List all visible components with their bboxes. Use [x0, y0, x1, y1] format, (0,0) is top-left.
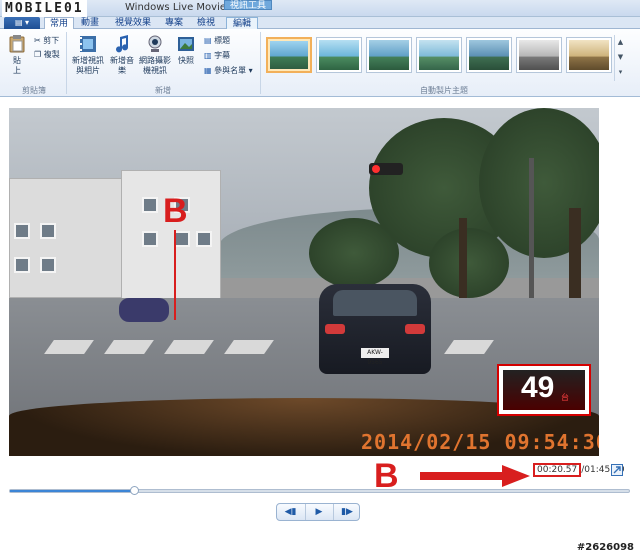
add-caption-label: 字幕 [214, 51, 231, 60]
watermark-logo: MOBILE01 [2, 0, 87, 17]
ribbon: 貼 上 ✂ 剪下 ❐ 複製 剪貼簿 新增視訊與相片 新增音樂 網路攝影機視訊 快… [0, 29, 640, 97]
scissors-icon: ✂ [34, 36, 41, 45]
video-motorcycle [119, 298, 169, 322]
clipboard-group-label: 剪貼簿 [22, 86, 46, 95]
paste-label: 貼 上 [13, 56, 21, 75]
autotheme-thumbnail[interactable] [566, 37, 612, 73]
add-videos-photos-button[interactable]: 新增視訊與相片 [70, 35, 106, 76]
video-tree [479, 108, 599, 258]
autotheme-preview [569, 40, 609, 70]
film-photo-icon [80, 36, 96, 52]
autotheme-group-label: 自動製片主題 [420, 86, 468, 95]
webcam-video-button[interactable]: 網路攝影機視訊 [138, 35, 172, 76]
channel-sub: 台 [561, 393, 569, 402]
group-separator [66, 32, 67, 94]
fullscreen-icon[interactable] [611, 464, 623, 476]
tab-project[interactable]: 專案 [160, 17, 188, 29]
paste-button[interactable]: 貼 上 [6, 35, 28, 76]
next-frame-button[interactable]: ▮▶ [333, 504, 360, 520]
gallery-down-icon[interactable]: ▼ [615, 50, 626, 65]
video-tree [309, 218, 399, 288]
title-bar: MOBILE01 Windows Live Movie Ma... 視訊工具 [0, 0, 640, 17]
add-title-label: 標題 [214, 36, 231, 45]
playback-controls: ◀▮ ▶ ▮▶ [276, 503, 360, 521]
gallery-scroller[interactable]: ▲ ▼ ▾ [614, 35, 626, 81]
webcam-icon [148, 35, 162, 52]
annotation-marker-b: B [163, 192, 188, 230]
video-building [121, 170, 221, 300]
add-music-button[interactable]: 新增音樂 [108, 35, 136, 76]
video-car: AKW-9565 [319, 284, 431, 374]
autotheme-thumbnail[interactable] [366, 37, 412, 73]
ribbon-tab-bar: ▤ ▾ 常用 動畫 視覺效果 專案 檢視 編輯 [0, 17, 640, 29]
file-menu-button[interactable]: ▤ ▾ [4, 17, 40, 29]
autotheme-preview [519, 40, 559, 70]
autotheme-thumbnail[interactable] [266, 37, 312, 73]
add-title-button[interactable]: ▤ 標題 [204, 36, 230, 46]
video-tools-label: 視訊工具 [224, 0, 273, 11]
copy-label: 複製 [43, 50, 60, 59]
gallery-up-icon[interactable]: ▲ [615, 35, 626, 50]
seek-thumb[interactable] [130, 486, 140, 495]
clipboard-icon [9, 35, 25, 53]
snapshot-label: 快照 [178, 56, 194, 65]
video-traffic-light [369, 163, 403, 175]
tab-animations[interactable]: 動畫 [76, 17, 104, 29]
autotheme-preview [369, 40, 409, 70]
tab-visual-effects[interactable]: 視覺效果 [110, 17, 156, 29]
tab-home[interactable]: 常用 [44, 17, 74, 29]
autotheme-thumbnail[interactable] [316, 37, 362, 73]
seek-progress [10, 490, 135, 492]
add-group-label: 新增 [155, 86, 171, 95]
video-building [9, 178, 129, 298]
autotheme-preview [270, 41, 308, 69]
license-plate: AKW-9565 [361, 348, 389, 366]
add-caption-button[interactable]: ▥ 字幕 [204, 51, 230, 61]
autotheme-preview [419, 40, 459, 70]
add-videos-photos-label: 新增視訊與相片 [72, 56, 104, 75]
tab-edit[interactable]: 編輯 [226, 17, 258, 29]
snapshot-button[interactable]: 快照 [174, 35, 198, 66]
tab-view[interactable]: 檢視 [192, 17, 220, 29]
current-time: 00:20.57 [533, 463, 582, 477]
title-icon: ▤ [204, 36, 212, 45]
cut-button[interactable]: ✂ 剪下 [34, 36, 59, 46]
autotheme-preview [319, 40, 359, 70]
channel-number: 49 [521, 371, 555, 404]
music-note-icon [116, 35, 129, 53]
annotation-marker-line [174, 230, 176, 320]
image-id-tag: #2626098 [576, 542, 634, 553]
add-music-label: 新增音樂 [110, 56, 134, 75]
credits-icon: ▦ [204, 66, 212, 75]
autotheme-preview [469, 40, 509, 70]
snapshot-icon [178, 37, 194, 51]
add-credits-label: 參與名單 [214, 66, 247, 75]
webcam-video-label: 網路攝影機視訊 [139, 56, 171, 75]
add-credits-button[interactable]: ▦ 參與名單 ▾ [204, 66, 253, 76]
copy-button[interactable]: ❐ 複製 [34, 50, 60, 60]
play-button[interactable]: ▶ [305, 504, 332, 520]
channel-logo: 49 台 [497, 364, 591, 416]
autotheme-thumbnail[interactable] [516, 37, 562, 73]
video-timestamp-overlay: 2014/02/15 09:54:30 [361, 430, 599, 454]
chevron-down-icon: ▾ [248, 66, 253, 75]
copy-icon: ❐ [34, 50, 42, 59]
autotheme-thumbnail[interactable] [416, 37, 462, 73]
video-tree [429, 228, 509, 298]
previous-frame-button[interactable]: ◀▮ [277, 504, 304, 520]
gallery-more-icon[interactable]: ▾ [615, 65, 626, 80]
video-preview[interactable]: AKW-9565 2014/02/15 09:54:30 49 台 B [9, 108, 599, 456]
group-separator [260, 32, 261, 94]
cut-label: 剪下 [43, 36, 60, 45]
autotheme-thumbnail[interactable] [466, 37, 512, 73]
caption-icon: ▥ [204, 51, 212, 60]
annotation-arrow-icon [420, 465, 530, 487]
seek-bar[interactable] [9, 486, 630, 495]
